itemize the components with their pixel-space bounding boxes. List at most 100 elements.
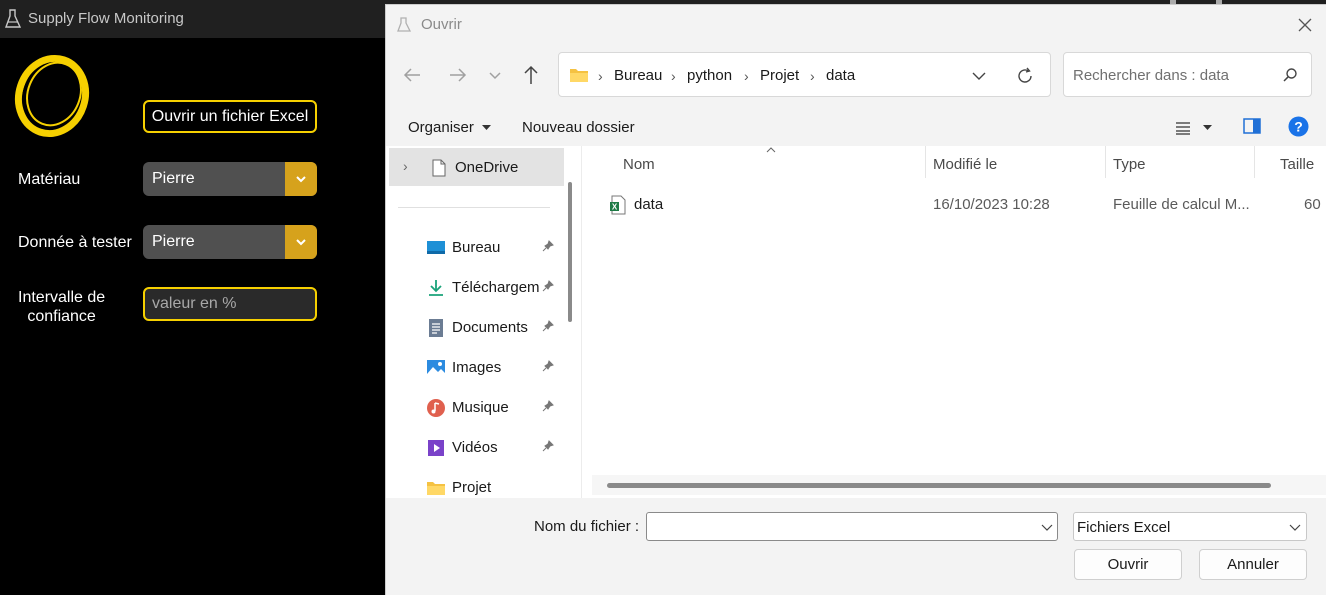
file-type: Feuille de calcul M... xyxy=(1113,196,1250,213)
filename-label: Nom du fichier : xyxy=(534,518,640,535)
filetype-value: Fichiers Excel xyxy=(1077,519,1171,536)
chevron-down-icon[interactable] xyxy=(285,162,317,196)
new-folder-button[interactable]: Nouveau dossier xyxy=(522,119,635,136)
chevron-right-icon: › xyxy=(810,68,815,84)
nav-item-images[interactable]: Images xyxy=(386,348,561,386)
caret-down-icon xyxy=(482,125,492,131)
confidence-interval-input[interactable] xyxy=(143,287,317,321)
recent-locations-chevron-icon[interactable] xyxy=(482,63,508,87)
app-icon xyxy=(5,9,22,28)
file-size: 60 xyxy=(1304,196,1321,213)
breadcrumb-bureau[interactable]: Bureau xyxy=(614,67,662,84)
caret-down-icon[interactable] xyxy=(1203,125,1212,131)
breadcrumb-python[interactable]: python xyxy=(687,67,732,84)
search-icon[interactable] xyxy=(1282,67,1298,83)
excel-file-icon: X xyxy=(610,195,626,215)
data-to-test-value: Pierre xyxy=(152,233,195,250)
open-button[interactable]: Ouvrir xyxy=(1074,549,1182,580)
nav-label-musique: Musique xyxy=(452,399,509,416)
nav-item-projet[interactable]: Projet xyxy=(386,468,561,498)
pin-icon[interactable] xyxy=(542,360,554,372)
column-header-name[interactable]: Nom xyxy=(623,156,655,173)
confidence-interval-label-line2: confiance xyxy=(27,308,96,325)
nav-item-documents[interactable]: Documents xyxy=(386,308,561,346)
material-label: Matériau xyxy=(18,171,81,188)
refresh-icon[interactable] xyxy=(1016,67,1034,85)
dialog-content: › OneDrive Bureau Téléchargem Documents xyxy=(386,146,1326,498)
svg-text:X: X xyxy=(612,203,618,212)
app-title: Supply Flow Monitoring xyxy=(28,10,184,27)
nav-scrollbar[interactable] xyxy=(568,182,572,322)
open-excel-button[interactable]: Ouvrir un fichier Excel xyxy=(143,100,317,133)
file-name: data xyxy=(634,196,664,213)
breadcrumb-projet[interactable]: Projet xyxy=(760,67,799,84)
dialog-titlebar: Ouvrir xyxy=(386,5,1326,45)
download-icon xyxy=(429,280,443,296)
filetype-select[interactable]: Fichiers Excel xyxy=(1073,512,1307,541)
preview-pane-icon[interactable] xyxy=(1243,118,1261,134)
confidence-interval-label: Intervalle de confiance xyxy=(18,288,105,326)
nav-item-telechargements[interactable]: Téléchargem xyxy=(386,268,561,306)
breadcrumb-data[interactable]: data xyxy=(826,67,855,84)
pin-icon[interactable] xyxy=(542,280,554,292)
pin-icon[interactable] xyxy=(542,440,554,452)
cancel-button[interactable]: Annuler xyxy=(1199,549,1307,580)
chevron-down-icon[interactable] xyxy=(1289,522,1301,532)
videos-icon xyxy=(428,440,444,456)
forward-arrow-icon[interactable] xyxy=(444,63,470,87)
file-row[interactable]: X data 16/10/2023 10:28 Feuille de calcu… xyxy=(606,190,1326,220)
chevron-down-icon[interactable] xyxy=(1041,522,1053,532)
help-icon[interactable]: ? xyxy=(1288,116,1309,137)
column-separator[interactable] xyxy=(925,146,926,178)
pin-icon[interactable] xyxy=(542,240,554,252)
pin-icon[interactable] xyxy=(542,400,554,412)
column-header-modified[interactable]: Modifié le xyxy=(933,156,997,173)
column-separator[interactable] xyxy=(1254,146,1255,178)
nav-item-videos[interactable]: Vidéos xyxy=(386,428,561,466)
nav-item-musique[interactable]: Musique xyxy=(386,388,561,426)
address-bar[interactable]: › Bureau › python › Projet › data xyxy=(558,52,1051,97)
material-value: Pierre xyxy=(152,170,195,187)
search-placeholder: Rechercher dans : data xyxy=(1073,67,1229,84)
nav-label-videos: Vidéos xyxy=(452,439,498,456)
desktop-icon xyxy=(427,241,445,254)
organize-menu[interactable]: Organiser xyxy=(408,119,492,136)
folder-icon xyxy=(570,69,588,82)
open-file-dialog: Ouvrir › Bureau › python › Projet › data xyxy=(385,4,1326,595)
nav-divider xyxy=(398,207,550,208)
brand-logo xyxy=(14,54,90,138)
documents-icon xyxy=(429,319,443,337)
nav-item-bureau[interactable]: Bureau xyxy=(386,228,561,266)
material-select[interactable]: Pierre xyxy=(143,162,317,196)
up-arrow-icon[interactable] xyxy=(518,63,544,87)
column-separator[interactable] xyxy=(1105,146,1106,178)
nav-label-documents: Documents xyxy=(452,319,528,336)
images-icon xyxy=(427,360,445,376)
chevron-right-icon: › xyxy=(744,68,749,84)
nav-label-telechargements: Téléchargem xyxy=(452,279,540,296)
horizontal-scrollbar[interactable] xyxy=(607,483,1271,488)
organize-label: Organiser xyxy=(408,119,474,136)
chevron-right-icon: › xyxy=(598,68,603,84)
nav-item-onedrive[interactable]: › OneDrive xyxy=(389,148,564,186)
dialog-title: Ouvrir xyxy=(421,16,462,33)
data-to-test-select[interactable]: Pierre xyxy=(143,225,317,259)
chevron-down-icon[interactable] xyxy=(971,69,987,83)
filename-input[interactable] xyxy=(646,512,1058,541)
chevron-down-icon[interactable] xyxy=(285,225,317,259)
search-box[interactable]: Rechercher dans : data xyxy=(1063,52,1312,97)
data-to-test-label: Donnée à tester xyxy=(18,234,132,251)
pin-icon[interactable] xyxy=(542,320,554,332)
navigation-pane: › OneDrive Bureau Téléchargem Documents xyxy=(386,146,581,498)
nav-label-projet: Projet xyxy=(452,479,492,496)
close-icon[interactable] xyxy=(1291,13,1319,37)
chevron-right-icon[interactable]: › xyxy=(403,158,408,174)
column-header-type[interactable]: Type xyxy=(1113,156,1146,173)
back-arrow-icon[interactable] xyxy=(400,63,426,87)
column-header-size[interactable]: Taille xyxy=(1280,156,1314,173)
sort-ascending-icon xyxy=(766,147,776,153)
music-icon xyxy=(427,399,445,417)
view-options-icon[interactable] xyxy=(1175,121,1191,135)
folder-icon xyxy=(427,482,445,495)
file-list-pane: Nom Modifié le Type Taille X data 16/10/… xyxy=(581,146,1326,498)
